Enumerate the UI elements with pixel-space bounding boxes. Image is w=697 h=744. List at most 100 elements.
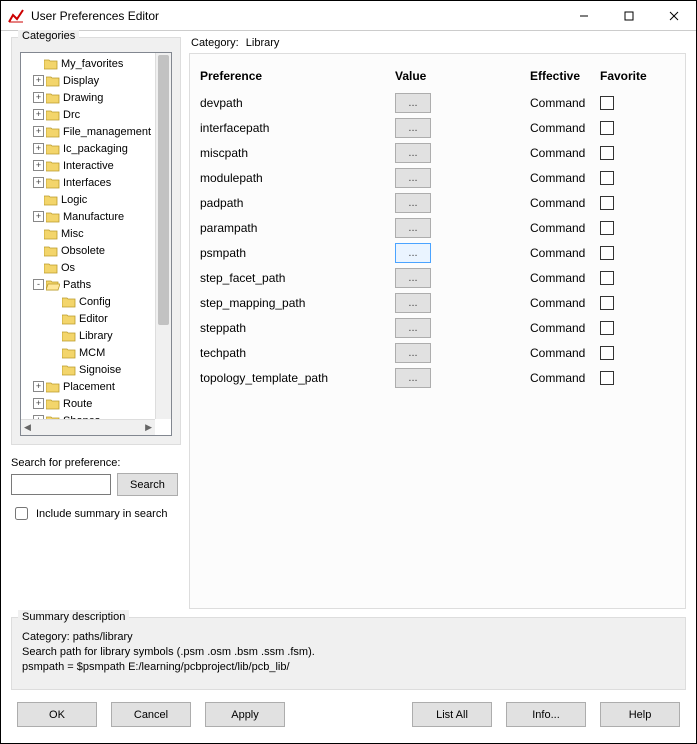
pref-favorite-checkbox[interactable]	[600, 246, 614, 260]
minimize-button[interactable]	[561, 1, 606, 31]
tree-item-label: Paths	[63, 279, 91, 291]
summary-line-desc: Search path for library symbols (.psm .o…	[22, 645, 675, 660]
help-button[interactable]: Help	[600, 702, 680, 727]
cancel-button[interactable]: Cancel	[111, 702, 191, 727]
tree-item-label: Interactive	[63, 160, 114, 172]
tree-vertical-scrollbar[interactable]	[155, 53, 171, 419]
tree-item[interactable]: Os	[23, 259, 155, 276]
pref-favorite-checkbox[interactable]	[600, 171, 614, 185]
pref-name: techpath	[200, 346, 395, 360]
pref-value-button[interactable]: ...	[395, 143, 431, 163]
tree-item[interactable]: Misc	[23, 225, 155, 242]
ok-button[interactable]: OK	[17, 702, 97, 727]
pref-favorite-checkbox[interactable]	[600, 346, 614, 360]
tree-item[interactable]: +Interfaces	[23, 174, 155, 191]
pref-favorite-checkbox[interactable]	[600, 371, 614, 385]
pref-row: devpath...Command	[200, 90, 675, 115]
expand-icon[interactable]: +	[33, 160, 44, 171]
search-button[interactable]: Search	[117, 473, 178, 496]
maximize-button[interactable]	[606, 1, 651, 31]
tree-item[interactable]: Logic	[23, 191, 155, 208]
expand-icon[interactable]: +	[33, 381, 44, 392]
tree-item-label: Os	[61, 262, 75, 274]
categories-panel: Categories My_favorites+Display+Drawing+…	[11, 37, 181, 445]
expand-icon[interactable]: +	[33, 126, 44, 137]
pref-favorite-checkbox[interactable]	[600, 221, 614, 235]
summary-label: Summary description	[18, 610, 129, 625]
tree-horizontal-scrollbar[interactable]: ◀▶	[21, 419, 155, 435]
pref-favorite-checkbox[interactable]	[600, 271, 614, 285]
expand-icon[interactable]: +	[33, 109, 44, 120]
list-all-button[interactable]: List All	[412, 702, 492, 727]
pref-effective: Command	[530, 321, 600, 335]
category-value: Library	[246, 37, 280, 49]
pref-row: topology_template_path...Command	[200, 365, 675, 390]
pref-value-button[interactable]: ...	[395, 318, 431, 338]
tree-item[interactable]: Library	[23, 327, 155, 344]
tree-item-label: Misc	[61, 228, 84, 240]
pref-favorite-checkbox[interactable]	[600, 146, 614, 160]
header-value: Value	[395, 69, 530, 83]
pref-value-button[interactable]: ...	[395, 218, 431, 238]
pref-favorite-checkbox[interactable]	[600, 196, 614, 210]
tree-item[interactable]: +Shapes	[23, 412, 155, 419]
folder-icon	[62, 347, 76, 359]
tree-item[interactable]: Config	[23, 293, 155, 310]
info-button[interactable]: Info...	[506, 702, 586, 727]
pref-favorite-checkbox[interactable]	[600, 296, 614, 310]
include-summary-checkbox[interactable]	[15, 507, 28, 520]
expand-icon[interactable]: +	[33, 75, 44, 86]
pref-value-button[interactable]: ...	[395, 193, 431, 213]
expand-icon[interactable]: +	[33, 92, 44, 103]
pref-value-button[interactable]: ...	[395, 93, 431, 113]
expand-icon[interactable]: +	[33, 211, 44, 222]
tree-item[interactable]: Editor	[23, 310, 155, 327]
pref-value-button[interactable]: ...	[395, 243, 431, 263]
tree-item[interactable]: + Placement	[23, 378, 155, 395]
close-button[interactable]	[651, 1, 696, 31]
tree-item[interactable]: My_favorites	[23, 55, 155, 72]
folder-icon	[46, 126, 60, 138]
pref-effective: Command	[530, 271, 600, 285]
pref-name: devpath	[200, 96, 395, 110]
expand-icon[interactable]: +	[33, 143, 44, 154]
pref-favorite-checkbox[interactable]	[600, 121, 614, 135]
tree-item-label: Placement	[63, 381, 115, 393]
expand-icon[interactable]: +	[33, 398, 44, 409]
tree-item[interactable]: MCM	[23, 344, 155, 361]
pref-value-button[interactable]: ...	[395, 343, 431, 363]
window: User Preferences Editor Categories My_fa…	[0, 0, 697, 744]
tree-item[interactable]: +Ic_packaging	[23, 140, 155, 157]
tree-item[interactable]: Obsolete	[23, 242, 155, 259]
tree-item[interactable]: +Drc	[23, 106, 155, 123]
tree-item[interactable]: - Paths	[23, 276, 155, 293]
pref-value-button[interactable]: ...	[395, 168, 431, 188]
pref-value-button[interactable]: ...	[395, 268, 431, 288]
folder-icon	[44, 58, 58, 70]
tree-item[interactable]: Signoise	[23, 361, 155, 378]
collapse-icon[interactable]: -	[33, 279, 44, 290]
categories-tree[interactable]: My_favorites+Display+Drawing+Drc+File_ma…	[20, 52, 172, 436]
tree-item[interactable]: +Drawing	[23, 89, 155, 106]
pref-row: parampath...Command	[200, 215, 675, 240]
tree-item[interactable]: + Manufacture	[23, 208, 155, 225]
pref-value-button[interactable]: ...	[395, 118, 431, 138]
apply-button[interactable]: Apply	[205, 702, 285, 727]
tree-item[interactable]: + Interactive	[23, 157, 155, 174]
tree-item-label: Library	[79, 330, 113, 342]
folder-icon	[62, 313, 76, 325]
tree-item[interactable]: +Display	[23, 72, 155, 89]
pref-favorite-checkbox[interactable]	[600, 96, 614, 110]
search-input[interactable]	[11, 474, 111, 495]
pref-value-button[interactable]: ...	[395, 368, 431, 388]
expand-icon[interactable]: +	[33, 177, 44, 188]
tree-item[interactable]: +File_management	[23, 123, 155, 140]
pref-favorite-checkbox[interactable]	[600, 321, 614, 335]
summary-line-category: Category: paths/library	[22, 630, 675, 645]
pref-value-button[interactable]: ...	[395, 293, 431, 313]
pref-effective: Command	[530, 221, 600, 235]
tree-item[interactable]: +Route	[23, 395, 155, 412]
folder-icon	[44, 228, 58, 240]
tree-item-label: Manufacture	[63, 211, 124, 223]
tree-item-label: Editor	[79, 313, 108, 325]
